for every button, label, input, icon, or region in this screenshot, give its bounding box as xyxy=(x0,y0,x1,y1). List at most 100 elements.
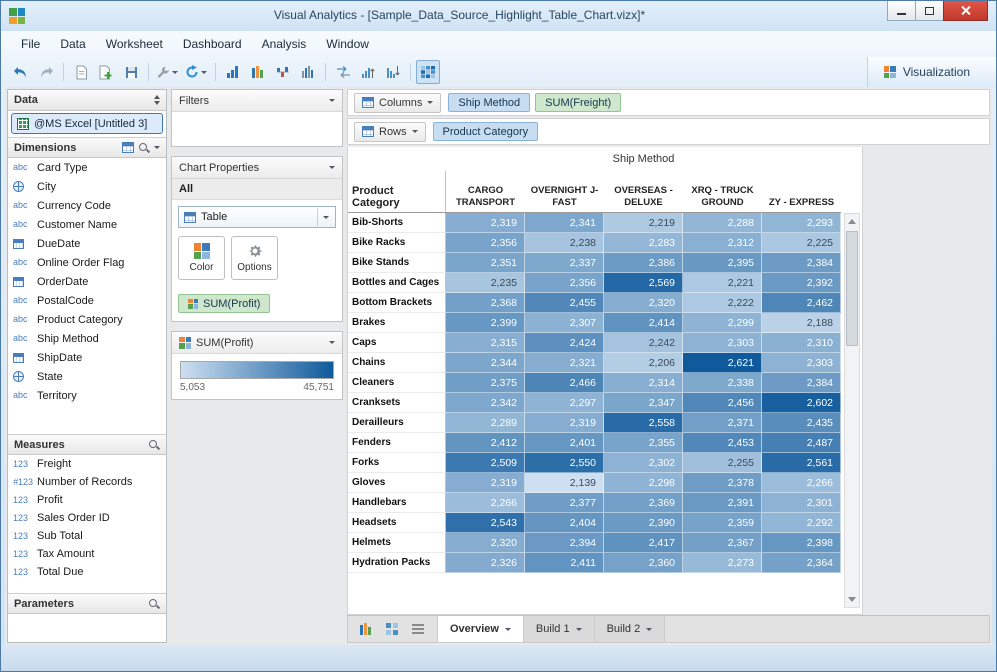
sort-descending-button[interactable] xyxy=(381,60,405,84)
heatmap-cell[interactable]: 2,375 xyxy=(446,373,525,393)
new-worksheet-tab-button[interactable] xyxy=(354,618,378,640)
field-city[interactable]: City xyxy=(8,177,166,196)
heatmap-cell[interactable]: 2,310 xyxy=(762,333,841,353)
heatmap-cell[interactable]: 2,320 xyxy=(604,293,683,313)
columns-shelf-button[interactable]: Columns xyxy=(354,93,441,113)
heatmap-cell[interactable]: 2,466 xyxy=(525,373,604,393)
heatmap-cell[interactable]: 2,543 xyxy=(446,513,525,533)
scroll-down-button[interactable] xyxy=(845,592,859,607)
heatmap-cell[interactable]: 2,392 xyxy=(762,273,841,293)
save-button[interactable] xyxy=(119,60,143,84)
search-icon[interactable] xyxy=(148,598,160,610)
scroll-up-button[interactable] xyxy=(845,214,859,229)
field-sales-order-id[interactable]: 123Sales Order ID xyxy=(8,509,166,527)
heatmap-cell[interactable]: 2,222 xyxy=(683,293,762,313)
pill-ship-method[interactable]: Ship Method xyxy=(448,93,530,112)
row-label[interactable]: Headsets xyxy=(348,513,446,533)
heatmap-cell[interactable]: 2,369 xyxy=(604,493,683,513)
heatmap-cell[interactable]: 2,487 xyxy=(762,433,841,453)
field-postalcode[interactable]: abcPostalCode xyxy=(8,291,166,310)
heatmap-cell[interactable]: 2,235 xyxy=(446,273,525,293)
heatmap-cell[interactable]: 2,242 xyxy=(604,333,683,353)
heatmap-cell[interactable]: 2,602 xyxy=(762,393,841,413)
heatmap-cell[interactable]: 2,455 xyxy=(525,293,604,313)
heatmap-cell[interactable]: 2,307 xyxy=(525,313,604,333)
field-state[interactable]: State xyxy=(8,367,166,386)
heatmap-cell[interactable]: 2,302 xyxy=(604,453,683,473)
heatmap-cell[interactable]: 2,341 xyxy=(525,213,604,233)
column-header-overseas-deluxe[interactable]: OVERSEAS - DELUXE xyxy=(604,171,683,212)
field-profit[interactable]: 123Profit xyxy=(8,491,166,509)
heatmap-cell[interactable]: 2,347 xyxy=(604,393,683,413)
sort-ascending-button[interactable] xyxy=(356,60,380,84)
menu-item-data[interactable]: Data xyxy=(50,33,95,55)
heatmap-cell[interactable]: 2,424 xyxy=(525,333,604,353)
field-ship-method[interactable]: abcShip Method xyxy=(8,329,166,348)
heatmap-cell[interactable]: 2,315 xyxy=(446,333,525,353)
heatmap-cell[interactable]: 2,509 xyxy=(446,453,525,473)
tab-build-1[interactable]: Build 1 xyxy=(523,616,595,642)
heatmap-cell[interactable]: 2,301 xyxy=(762,493,841,513)
heatmap-cell[interactable]: 2,283 xyxy=(604,233,683,253)
heatmap-cell[interactable]: 2,273 xyxy=(683,553,762,573)
column-header-overnight-j-fast[interactable]: OVERNIGHT J-FAST xyxy=(525,171,604,212)
field-product-category[interactable]: abcProduct Category xyxy=(8,310,166,329)
menu-item-file[interactable]: File xyxy=(11,33,50,55)
heatmap-cell[interactable]: 2,569 xyxy=(604,273,683,293)
profit-pill[interactable]: SUM(Profit) xyxy=(178,294,270,313)
heatmap-cell[interactable]: 2,255 xyxy=(683,453,762,473)
field-online-order-flag[interactable]: abcOnline Order Flag xyxy=(8,253,166,272)
row-label[interactable]: Helmets xyxy=(348,533,446,553)
stacked-bar-button[interactable] xyxy=(246,60,270,84)
heatmap-cell[interactable]: 2,342 xyxy=(446,393,525,413)
heatmap-cell[interactable]: 2,398 xyxy=(762,533,841,553)
heatmap-cell[interactable]: 2,453 xyxy=(683,433,762,453)
heatmap-cell[interactable]: 2,219 xyxy=(604,213,683,233)
field-shipdate[interactable]: ShipDate xyxy=(8,348,166,367)
menu-item-dashboard[interactable]: Dashboard xyxy=(173,33,252,55)
field-territory[interactable]: abcTerritory xyxy=(8,386,166,405)
heatmap-cell[interactable]: 2,337 xyxy=(525,253,604,273)
heatmap-cell[interactable]: 2,435 xyxy=(762,413,841,433)
options-button[interactable]: Options xyxy=(231,236,278,280)
menu-item-window[interactable]: Window xyxy=(316,33,379,55)
row-dimension-header[interactable]: Product Category xyxy=(348,171,446,212)
heatmap-cell[interactable]: 2,338 xyxy=(683,373,762,393)
row-label[interactable]: Caps xyxy=(348,333,446,353)
heatmap-cell[interactable]: 2,292 xyxy=(762,513,841,533)
heatmap-cell[interactable]: 2,377 xyxy=(525,493,604,513)
maximize-button[interactable] xyxy=(915,1,944,21)
field-customer-name[interactable]: abcCustomer Name xyxy=(8,215,166,234)
row-label[interactable]: Chains xyxy=(348,353,446,373)
row-label[interactable]: Forks xyxy=(348,453,446,473)
heatmap-cell[interactable]: 2,386 xyxy=(604,253,683,273)
swap-axes-button[interactable] xyxy=(331,60,355,84)
heatmap-cell[interactable]: 2,395 xyxy=(683,253,762,273)
heatmap-cell[interactable]: 2,206 xyxy=(604,353,683,373)
heatmap-cell[interactable]: 2,360 xyxy=(604,553,683,573)
heatmap-cell[interactable]: 2,297 xyxy=(525,393,604,413)
chevron-down-icon[interactable] xyxy=(154,146,160,149)
heatmap-cell[interactable]: 2,404 xyxy=(525,513,604,533)
heatmap-cell[interactable]: 2,139 xyxy=(525,473,604,493)
heatmap-cell[interactable]: 2,364 xyxy=(762,553,841,573)
heatmap-cell[interactable]: 2,312 xyxy=(683,233,762,253)
heatmap-cell[interactable]: 2,412 xyxy=(446,433,525,453)
heatmap-cell[interactable]: 2,355 xyxy=(604,433,683,453)
heatmap-cell[interactable]: 2,417 xyxy=(604,533,683,553)
close-button[interactable] xyxy=(943,1,988,21)
row-label[interactable]: Cranksets xyxy=(348,393,446,413)
negative-bar-button[interactable] xyxy=(271,60,295,84)
field-tax-amount[interactable]: 123Tax Amount xyxy=(8,545,166,563)
view-data-icon[interactable] xyxy=(122,142,134,153)
filters-shelf[interactable] xyxy=(172,112,342,146)
heatmap-cell[interactable]: 2,303 xyxy=(762,353,841,373)
filters-card-header[interactable]: Filters xyxy=(172,90,342,112)
heatmap-cell[interactable]: 2,359 xyxy=(683,513,762,533)
redo-button[interactable] xyxy=(34,60,58,84)
heatmap-cell[interactable]: 2,550 xyxy=(525,453,604,473)
highlight-table-button[interactable] xyxy=(416,60,440,84)
bar-chart-button[interactable] xyxy=(221,60,245,84)
heatmap-cell[interactable]: 2,368 xyxy=(446,293,525,313)
new-dashboard-button[interactable] xyxy=(94,60,118,84)
